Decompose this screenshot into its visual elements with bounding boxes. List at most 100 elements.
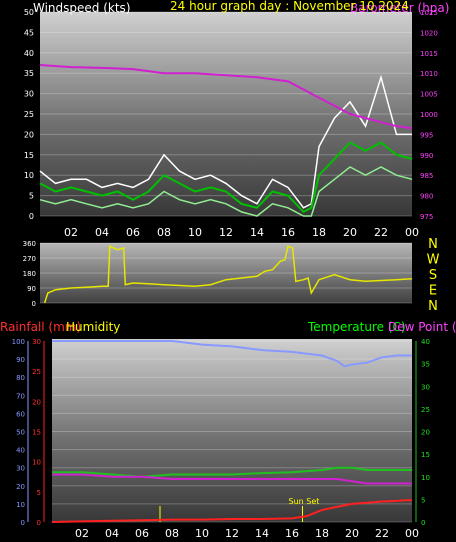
wind-ytick-left-7: 35 bbox=[24, 69, 34, 78]
direction-panel: 090180270360 NWSEN bbox=[23, 237, 440, 314]
temperature-tick-7: 35 bbox=[421, 361, 430, 369]
wind-ytick-right-3: 990 bbox=[420, 152, 433, 160]
compass-label-4: N bbox=[428, 299, 438, 314]
humidity-tick-0: 0 bbox=[21, 519, 25, 527]
temperature-tick-6: 30 bbox=[421, 383, 430, 391]
wind-ytick-right-2: 985 bbox=[420, 172, 433, 180]
wind-ytick-right-4: 995 bbox=[420, 131, 433, 139]
direction-compass-labels: NWSEN bbox=[427, 237, 440, 314]
climate-x-axis: 02 04 06 08 10 12 14 16 18 20 22 00 bbox=[75, 527, 419, 540]
direction-y-axis: 0 90 180 270 360 bbox=[23, 240, 36, 308]
humidity-tick-4: 40 bbox=[16, 447, 25, 455]
rain-tick-6: 30 bbox=[32, 338, 41, 346]
temperature-tick-1: 5 bbox=[421, 496, 425, 504]
wind-xtick-9: 20 bbox=[343, 226, 357, 239]
sunset-annotation: Sun Set bbox=[289, 497, 320, 506]
rain-tick-2: 10 bbox=[32, 459, 41, 467]
wind-xtick-8: 18 bbox=[312, 226, 326, 239]
wind-ytick-left-1: 5 bbox=[29, 192, 34, 201]
rain-tick-1: 5 bbox=[37, 489, 41, 497]
rain-tick-5: 25 bbox=[32, 368, 41, 376]
direction-ytick-4: 360 bbox=[23, 240, 36, 248]
wind-xtick-6: 14 bbox=[250, 226, 264, 239]
direction-ytick-0: 0 bbox=[32, 300, 36, 308]
climate-xtick-6: 14 bbox=[255, 527, 269, 540]
humidity-axis: 0 10 20 30 40 50 60 70 80 90 100 bbox=[12, 338, 29, 527]
humidity-label: Humidity bbox=[66, 320, 120, 334]
temperature-tick-2: 10 bbox=[421, 474, 430, 482]
wind-panel: 05101520253035404550 9759809859909951000… bbox=[24, 0, 450, 239]
compass-label-3: E bbox=[429, 284, 437, 299]
wind-xtick-10: 22 bbox=[374, 226, 388, 239]
wind-ytick-left-3: 15 bbox=[24, 151, 34, 160]
wind-ytick-right-7: 1010 bbox=[420, 70, 438, 78]
wind-ytick-right-5: 1000 bbox=[420, 111, 438, 119]
humidity-tick-7: 70 bbox=[16, 392, 25, 400]
direction-ytick-3: 270 bbox=[23, 255, 36, 263]
temperature-tick-3: 15 bbox=[421, 451, 430, 459]
wind-ytick-right-8: 1015 bbox=[420, 50, 438, 58]
wind-ytick-left-2: 10 bbox=[24, 171, 34, 180]
humidity-tick-5: 50 bbox=[16, 429, 25, 437]
temperature-tick-8: 40 bbox=[421, 338, 430, 346]
wind-x-axis: 02 04 06 08 10 12 14 16 18 20 22 00 bbox=[64, 226, 419, 239]
direction-ytick-2: 180 bbox=[23, 270, 36, 278]
temperature-tick-5: 25 bbox=[421, 406, 430, 414]
climate-plot-background bbox=[52, 339, 412, 522]
wind-ytick-left-8: 40 bbox=[24, 49, 34, 58]
climate-xtick-9: 20 bbox=[345, 527, 359, 540]
direction-ytick-1: 90 bbox=[27, 285, 36, 293]
rain-axis: 0 5 10 15 20 25 30 bbox=[32, 338, 45, 527]
compass-label-1: W bbox=[427, 253, 440, 268]
humidity-tick-8: 80 bbox=[16, 374, 25, 382]
graph-title: 24 hour graph day : November 10 2024 bbox=[170, 0, 409, 13]
rain-tick-0: 0 bbox=[37, 519, 41, 527]
wind-ytick-left-4: 20 bbox=[24, 130, 34, 139]
temperature-tick-4: 20 bbox=[421, 429, 430, 437]
wind-left-axis: 05101520253035404550 bbox=[24, 8, 34, 221]
climate-panel: 0 10 20 30 40 50 60 70 80 90 100 0 5 10 15 20 25 30 0 5 10… bbox=[0, 320, 456, 540]
humidity-tick-9: 90 bbox=[16, 356, 25, 364]
wind-xtick-11: 00 bbox=[405, 226, 419, 239]
climate-xtick-4: 10 bbox=[195, 527, 209, 540]
rain-tick-4: 20 bbox=[32, 398, 41, 406]
climate-xtick-1: 04 bbox=[105, 527, 119, 540]
temperature-axis: 0 5 10 15 20 25 30 35 40 bbox=[415, 338, 430, 527]
climate-xtick-0: 02 bbox=[75, 527, 89, 540]
wind-ytick-left-6: 30 bbox=[24, 90, 34, 99]
climate-xtick-3: 08 bbox=[165, 527, 179, 540]
wind-xtick-5: 12 bbox=[219, 226, 233, 239]
humidity-tick-2: 20 bbox=[16, 483, 25, 491]
rain-tick-3: 15 bbox=[32, 429, 41, 437]
compass-label-0: N bbox=[428, 237, 438, 252]
wind-xtick-1: 04 bbox=[95, 226, 109, 239]
climate-xtick-2: 06 bbox=[135, 527, 149, 540]
wind-xtick-0: 02 bbox=[64, 226, 78, 239]
wind-ytick-left-9: 45 bbox=[24, 28, 34, 37]
wind-ytick-right-1: 980 bbox=[420, 193, 433, 201]
wind-ytick-left-5: 25 bbox=[24, 110, 34, 119]
wind-xtick-2: 06 bbox=[126, 226, 140, 239]
humidity-tick-1: 10 bbox=[16, 501, 25, 509]
wind-ytick-right-0: 975 bbox=[420, 213, 433, 221]
wind-ylabel: Windspeed (kts) bbox=[33, 1, 131, 15]
climate-xtick-5: 12 bbox=[225, 527, 239, 540]
wind-ytick-right-6: 1005 bbox=[420, 91, 438, 99]
wind-right-axis: 975980985990995100010051010101510201025 bbox=[420, 9, 438, 221]
humidity-tick-6: 60 bbox=[16, 410, 25, 418]
humidity-tick-10: 100 bbox=[12, 338, 25, 346]
climate-xtick-8: 18 bbox=[315, 527, 329, 540]
climate-xtick-7: 16 bbox=[285, 527, 299, 540]
wind-xtick-4: 10 bbox=[188, 226, 202, 239]
humidity-tick-3: 30 bbox=[16, 465, 25, 473]
wind-ytick-right-9: 1020 bbox=[420, 29, 438, 37]
wind-xtick-3: 08 bbox=[157, 226, 171, 239]
wind-ytick-left-0: 0 bbox=[29, 212, 34, 221]
climate-xtick-10: 22 bbox=[375, 527, 389, 540]
dewpoint-label: Dew Point (C) bbox=[388, 320, 456, 334]
wind-xtick-7: 16 bbox=[281, 226, 295, 239]
temperature-tick-0: 0 bbox=[421, 519, 425, 527]
weather-graphs: 05101520253035404550 9759809859909951000… bbox=[0, 0, 456, 540]
compass-label-2: S bbox=[429, 268, 437, 283]
climate-xtick-11: 00 bbox=[405, 527, 419, 540]
